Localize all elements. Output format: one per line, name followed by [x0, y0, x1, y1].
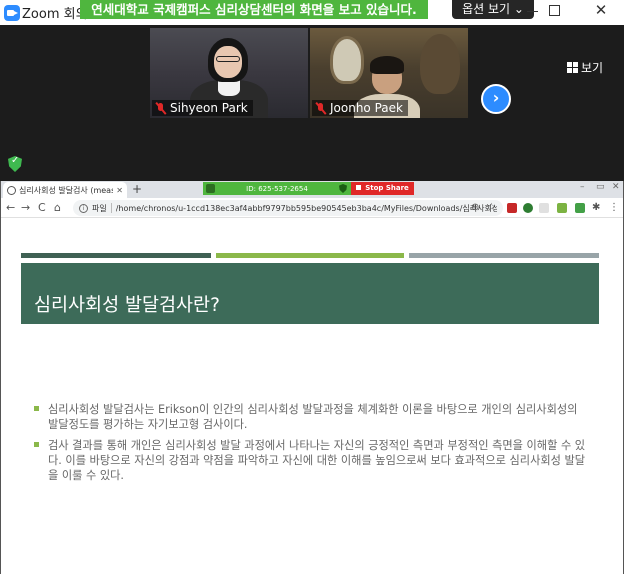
info-icon[interactable]: i: [79, 203, 88, 213]
share-handle-icon[interactable]: [206, 184, 215, 193]
participant-nameplate: Sihyeon Park: [152, 100, 253, 116]
bookmark-star-icon[interactable]: ☆: [487, 201, 496, 215]
home-icon[interactable]: ⌂: [54, 201, 61, 215]
close-button[interactable]: ✕: [589, 0, 613, 20]
url-scheme-label: 파일: [92, 203, 107, 213]
address-bar[interactable]: i 파일 /home/chronos/u-1ccd138ec3af4abbf97…: [73, 200, 503, 216]
zoom-logo-icon: [4, 5, 20, 21]
browser-minimize-button[interactable]: –: [580, 182, 585, 192]
tab-bar: 심리사회성 발달검사 (measurem ✕ + ID: 625-537-265…: [1, 181, 623, 198]
stop-share-button[interactable]: Stop Share: [351, 182, 414, 195]
url-separator: [110, 203, 112, 213]
next-page-button[interactable]: ›: [481, 84, 511, 114]
url-text[interactable]: /home/chronos/u-1ccd138ec3af4abbf9797bb5…: [116, 203, 497, 214]
view-label: 보기: [581, 60, 604, 75]
grid-icon: [567, 61, 578, 73]
participant-nameplate: Joonho Paek: [312, 100, 408, 116]
zoom-icon[interactable]: ⊕: [471, 201, 479, 215]
new-tab-button[interactable]: +: [132, 182, 142, 196]
shared-browser-window: 심리사회성 발달검사 (measurem ✕ + ID: 625-537-265…: [0, 181, 624, 574]
mic-muted-icon: [154, 102, 167, 115]
participant-collar: [218, 80, 240, 96]
extension-grid-icon[interactable]: [557, 203, 567, 213]
browser-close-button[interactable]: ✕: [612, 182, 620, 192]
browser-tab[interactable]: 심리사회성 발달검사 (measurem ✕: [3, 182, 127, 198]
participant-hair: [370, 56, 404, 74]
slide-accent-bar-dark: [21, 253, 211, 258]
screen-share-banner: 연세대학교 국제캠퍼스 심리상담센터의 화면을 보고 있습니다.: [80, 0, 428, 19]
participant-video[interactable]: Sihyeon Park: [150, 28, 308, 118]
background-window: [330, 36, 364, 84]
meeting-id: ID: 625-537-2654: [246, 184, 308, 193]
browser-menu-icon[interactable]: ⋮: [609, 201, 619, 215]
slide-bullet-list: 심리사회성 발달검사는 Erikson이 인간의 심리사회성 발달과정을 체계화…: [34, 402, 589, 489]
security-shield-icon[interactable]: [8, 156, 22, 172]
browser-maximize-button[interactable]: ▭: [596, 182, 605, 192]
globe-icon: [7, 185, 16, 195]
bullet-marker: [34, 442, 39, 447]
minimize-button[interactable]: [527, 11, 538, 12]
background-shelf: [420, 34, 460, 94]
participant-name: Joonho Paek: [330, 101, 403, 115]
share-controls-bar: ID: 625-537-2654: [203, 182, 351, 195]
participant-face: [214, 46, 242, 78]
view-options-button[interactable]: 옵션 보기 ⌄: [452, 0, 534, 19]
bullet-marker: [34, 406, 39, 411]
slide-accent-bar-gray: [409, 253, 599, 258]
browser-toolbar: ← → C ⌂ i 파일 /home/chronos/u-1ccd138ec3a…: [1, 198, 623, 218]
maximize-button[interactable]: [549, 5, 560, 16]
gallery-view-button[interactable]: 보기: [567, 58, 603, 76]
participant-video[interactable]: Joonho Paek: [310, 28, 468, 118]
extension-r-icon[interactable]: [539, 203, 549, 213]
video-strip: Sihyeon Park Joonho Paek › 보기: [0, 25, 624, 181]
app-title: Zoom 회의: [22, 7, 88, 22]
back-icon[interactable]: ←: [6, 201, 15, 215]
slide-accent-bar-green: [216, 253, 404, 258]
slide-title: 심리사회성 발달검사란?: [34, 295, 220, 316]
extension-shield-icon[interactable]: [507, 203, 517, 213]
slide-title-box: 심리사회성 발달검사란?: [21, 263, 599, 324]
document-viewer: 심리사회성 발달검사란? 심리사회성 발달검사는 Erikson이 인간의 심리…: [1, 219, 623, 574]
slide-bullet: 검사 결과를 통해 개인은 심리사회성 발달 과정에서 나타나는 자신의 긍정적…: [34, 438, 589, 483]
slide-bullet: 심리사회성 발달검사는 Erikson이 인간의 심리사회성 발달과정을 체계화…: [34, 402, 589, 432]
extension-leaf-icon[interactable]: [575, 203, 585, 213]
extensions-puzzle-icon[interactable]: ✱: [592, 201, 600, 215]
tab-label: 심리사회성 발달검사 (measurem: [19, 185, 114, 195]
reload-icon[interactable]: C: [38, 201, 46, 215]
tab-close-icon[interactable]: ✕: [116, 186, 123, 195]
title-bar: Zoom 회의 연세대학교 국제캠퍼스 심리상담센터의 화면을 보고 있습니다.…: [0, 0, 624, 25]
participant-glasses: [216, 56, 240, 62]
mic-muted-icon: [314, 102, 327, 115]
bullet-text: 심리사회성 발달검사는 Erikson이 인간의 심리사회성 발달과정을 체계화…: [48, 403, 578, 431]
forward-icon[interactable]: →: [21, 201, 30, 215]
share-shield-icon: [339, 184, 347, 193]
bullet-text: 검사 결과를 통해 개인은 심리사회성 발달 과정에서 나타나는 자신의 긍정적…: [48, 439, 586, 482]
participant-name: Sihyeon Park: [170, 101, 248, 115]
extension-g-icon[interactable]: [523, 203, 533, 213]
zoom-window: Zoom 회의 연세대학교 국제캠퍼스 심리상담센터의 화면을 보고 있습니다.…: [0, 0, 624, 574]
